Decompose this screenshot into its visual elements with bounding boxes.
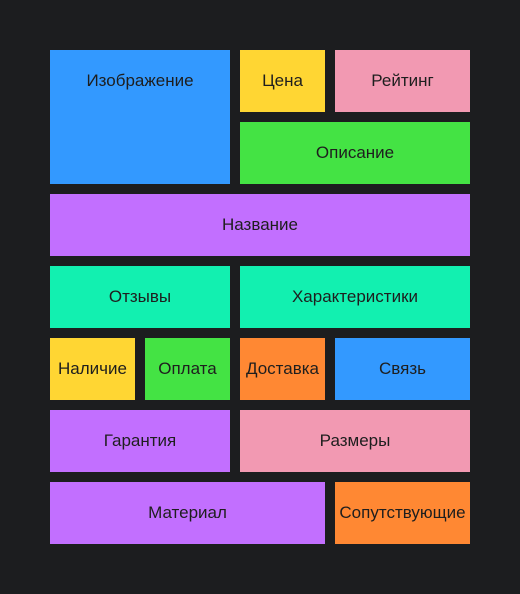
tile-price: Цена — [240, 50, 325, 112]
tile-rating: Рейтинг — [335, 50, 470, 112]
tile-related: Сопутствующие — [335, 482, 470, 544]
tile-description: Описание — [240, 122, 470, 184]
tile-availability: Наличие — [50, 338, 135, 400]
tile-reviews: Отзывы — [50, 266, 230, 328]
tile-specs: Характеристики — [240, 266, 470, 328]
tile-payment: Оплата — [145, 338, 230, 400]
tile-contact: Связь — [335, 338, 470, 400]
tile-sizes: Размеры — [240, 410, 470, 472]
tile-image: Изображение — [50, 50, 230, 184]
tile-material: Материал — [50, 482, 325, 544]
tile-name: Название — [50, 194, 470, 256]
layout-canvas: Изображение Цена Рейтинг Описание Назван… — [0, 0, 520, 594]
tile-warranty: Гарантия — [50, 410, 230, 472]
tile-delivery: Доставка — [240, 338, 325, 400]
